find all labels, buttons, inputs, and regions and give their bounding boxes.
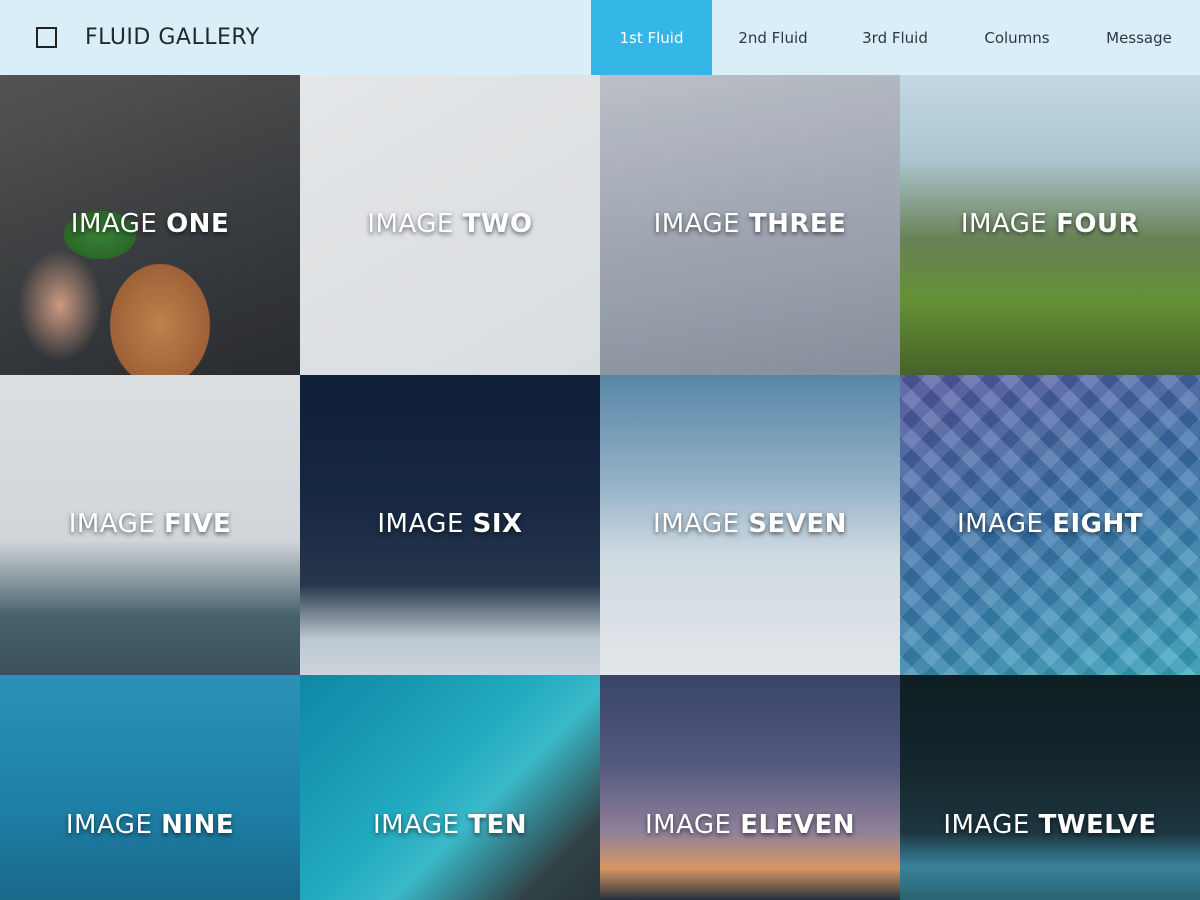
nav-item-3rd-fluid[interactable]: 3rd Fluid [834,0,956,75]
caption-word: THREE [748,209,847,239]
page-title: FLUID GALLERY [85,25,260,50]
tile-caption: IMAGE SEVEN [600,509,900,539]
caption-prefix: IMAGE [644,810,741,840]
gallery-tile-three[interactable]: IMAGE THREE [600,75,900,375]
caption-word: FIVE [163,509,232,539]
tile-caption: IMAGE ELEVEN [600,810,900,840]
caption-prefix: IMAGE [70,209,167,239]
caption-word: FOUR [1056,209,1140,239]
gallery-tile-seven[interactable]: IMAGE SEVEN [600,375,900,675]
tile-caption: IMAGE ONE [0,209,300,239]
gallery-tile-four[interactable]: IMAGE FOUR [900,75,1200,375]
gallery-tile-nine[interactable]: IMAGE NINE [0,675,300,900]
square-icon[interactable] [36,27,57,48]
nav-item-1st-fluid[interactable]: 1st Fluid [591,0,712,75]
caption-word: TEN [468,810,528,840]
caption-prefix: IMAGE [653,509,749,539]
caption-word: ELEVEN [740,810,855,840]
caption-prefix: IMAGE [956,509,1053,539]
caption-prefix: IMAGE [65,810,162,840]
tile-caption: IMAGE TEN [300,810,600,840]
caption-word: TWELVE [1038,810,1157,840]
brand[interactable]: FLUID GALLERY [0,0,260,75]
main-nav: 1st Fluid 2nd Fluid 3rd Fluid Columns Me… [591,0,1200,75]
image-grid: IMAGE ONE IMAGE TWO IMAGE THREE IMAGE FO… [0,75,1200,900]
caption-prefix: IMAGE [653,209,749,239]
tile-overlay [900,675,1200,900]
caption-word: SIX [472,509,523,539]
caption-prefix: IMAGE [377,509,473,539]
tile-caption: IMAGE EIGHT [900,509,1200,539]
caption-prefix: IMAGE [943,810,1039,840]
caption-prefix: IMAGE [372,810,469,840]
tile-caption: IMAGE NINE [0,810,300,840]
gallery-tile-two[interactable]: IMAGE TWO [300,75,600,375]
tile-overlay [0,675,300,900]
tile-caption: IMAGE TWELVE [900,810,1200,840]
caption-word: SEVEN [748,509,847,539]
gallery-tile-five[interactable]: IMAGE FIVE [0,375,300,675]
gallery-tile-eight[interactable]: IMAGE EIGHT [900,375,1200,675]
gallery-tile-six[interactable]: IMAGE SIX [300,375,600,675]
caption-word: NINE [161,810,235,840]
nav-item-message[interactable]: Message [1078,0,1200,75]
caption-word: ONE [166,209,230,239]
caption-prefix: IMAGE [68,509,164,539]
tile-caption: IMAGE SIX [300,509,600,539]
tile-caption: IMAGE THREE [600,209,900,239]
caption-prefix: IMAGE [960,209,1057,239]
tile-caption: IMAGE FOUR [900,209,1200,239]
tile-caption: IMAGE FIVE [0,509,300,539]
gallery-tile-ten[interactable]: IMAGE TEN [300,675,600,900]
gallery-tile-twelve[interactable]: IMAGE TWELVE [900,675,1200,900]
nav-item-columns[interactable]: Columns [956,0,1078,75]
caption-prefix: IMAGE [367,209,463,239]
tile-overlay [600,675,900,900]
gallery-tile-one[interactable]: IMAGE ONE [0,75,300,375]
tile-caption: IMAGE TWO [300,209,600,239]
caption-word: TWO [462,209,533,239]
top-bar: FLUID GALLERY 1st Fluid 2nd Fluid 3rd Fl… [0,0,1200,75]
tile-overlay [300,675,600,900]
gallery-tile-eleven[interactable]: IMAGE ELEVEN [600,675,900,900]
caption-word: EIGHT [1052,509,1144,539]
nav-item-2nd-fluid[interactable]: 2nd Fluid [712,0,834,75]
